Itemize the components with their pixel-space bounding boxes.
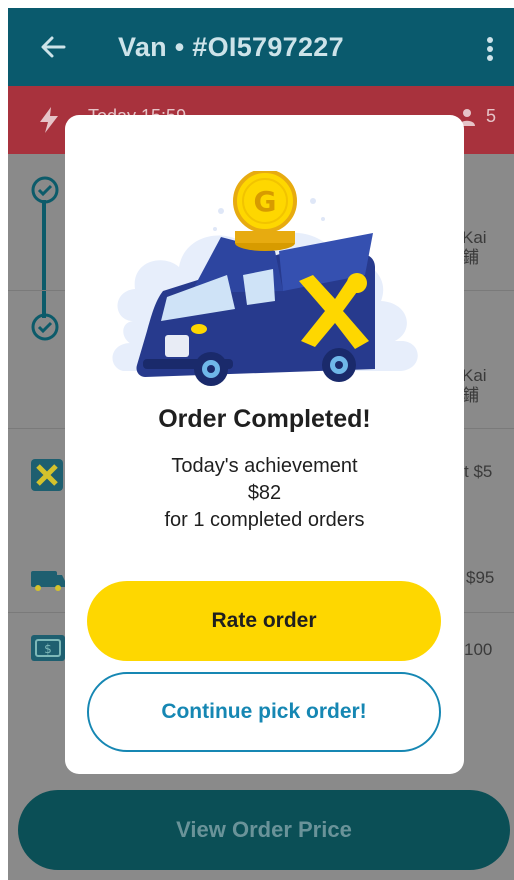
fee-line-1: t $5 [464, 462, 493, 481]
completed-orders-text: for 1 completed orders [164, 509, 365, 531]
delivery-van-illustration: G [112, 171, 418, 386]
top-app-bar: Van • #OI5797227 [8, 8, 514, 86]
check-circle-icon [31, 313, 59, 341]
achievement-label: Today's achievement [171, 455, 358, 477]
passenger-count: 5 [485, 106, 496, 126]
cash-icon: $ [31, 635, 65, 661]
achievement-amount: $82 [247, 482, 282, 504]
fee-line-3: 100 [464, 640, 493, 659]
rate-order-button[interactable]: Rate order [87, 581, 441, 661]
view-order-price-button[interactable]: View Order Price [18, 790, 510, 870]
back-arrow-icon[interactable] [38, 32, 68, 62]
lightning-icon [40, 107, 58, 133]
order-completed-dialog: G Order Completed! Today's achievement $… [65, 115, 464, 774]
more-options-icon[interactable] [486, 36, 494, 62]
fee-line-2: $95 [466, 568, 495, 587]
page-title: Van • #OI5797227 [118, 32, 344, 62]
svg-text:$: $ [44, 642, 52, 656]
continue-pick-order-button[interactable]: Continue pick order! [87, 672, 441, 752]
service-logo-icon [31, 459, 63, 491]
coin-letter: G [254, 185, 277, 218]
route-line [42, 200, 46, 318]
van-icon [31, 571, 65, 591]
stop-address-2: Kai 鋪 [462, 366, 487, 405]
dialog-title: Order Completed! [158, 405, 371, 433]
stop-address-1: Kai 鋪 [462, 228, 487, 267]
